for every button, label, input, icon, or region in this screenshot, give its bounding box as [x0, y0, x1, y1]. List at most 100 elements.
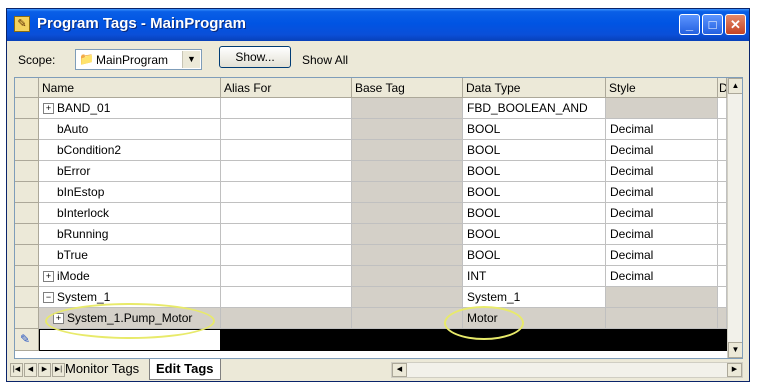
column-header-description[interactable]: D — [718, 78, 727, 98]
base-tag-cell[interactable] — [352, 161, 463, 182]
base-tag-cell[interactable] — [352, 266, 463, 287]
data-type-cell[interactable]: FBD_BOOLEAN_AND — [463, 98, 606, 119]
description-cell[interactable] — [718, 287, 727, 308]
base-tag-cell[interactable] — [352, 287, 463, 308]
row-selector[interactable] — [15, 287, 39, 308]
description-cell[interactable] — [718, 182, 727, 203]
alias-for-cell[interactable] — [221, 266, 352, 287]
alias-for-cell[interactable] — [221, 308, 352, 329]
data-type-cell[interactable]: BOOL — [463, 224, 606, 245]
collapse-minus-icon[interactable]: − — [43, 292, 54, 303]
tag-name-cell[interactable]: bError — [39, 161, 221, 182]
tags-grid[interactable]: Name Alias For Base Tag Data Type Style … — [14, 77, 743, 359]
base-tag-cell[interactable] — [352, 224, 463, 245]
tag-name-cell[interactable]: bRunning — [39, 224, 221, 245]
description-cell[interactable] — [718, 266, 727, 287]
base-tag-cell[interactable] — [352, 245, 463, 266]
title-bar[interactable]: ✎ Program Tags - MainProgram _ □ ✕ — [7, 9, 749, 41]
data-type-cell[interactable]: BOOL — [463, 182, 606, 203]
expand-plus-icon[interactable]: + — [43, 103, 54, 114]
description-cell[interactable] — [718, 203, 727, 224]
tab-monitor-tags[interactable]: Monitor Tags — [59, 359, 145, 379]
style-cell[interactable]: Decimal — [606, 140, 718, 161]
style-cell[interactable]: Decimal — [606, 161, 718, 182]
new-tag-name-input[interactable] — [39, 329, 221, 351]
style-cell[interactable]: Decimal — [606, 224, 718, 245]
row-selector[interactable] — [15, 266, 39, 287]
row-selector[interactable] — [15, 98, 39, 119]
data-type-cell[interactable]: BOOL — [463, 245, 606, 266]
style-cell[interactable]: Decimal — [606, 119, 718, 140]
alias-for-cell[interactable] — [221, 140, 352, 161]
new-tag-alias-cell[interactable] — [221, 329, 352, 351]
tag-name-cell[interactable]: bTrue — [39, 245, 221, 266]
alias-for-cell[interactable] — [221, 245, 352, 266]
row-selector[interactable] — [15, 161, 39, 182]
vertical-scrollbar[interactable]: ▲ ▼ — [727, 78, 742, 358]
scope-dropdown[interactable]: 📁 MainProgram ▼ — [75, 49, 202, 70]
description-cell[interactable] — [718, 119, 727, 140]
row-selector[interactable] — [15, 224, 39, 245]
base-tag-cell[interactable] — [352, 203, 463, 224]
row-selector[interactable] — [15, 182, 39, 203]
expand-plus-icon[interactable]: + — [43, 271, 54, 282]
alias-for-cell[interactable] — [221, 119, 352, 140]
new-tag-type-cell[interactable] — [463, 329, 606, 351]
row-selector[interactable] — [15, 119, 39, 140]
row-selector[interactable] — [15, 245, 39, 266]
tab-edit-tags[interactable]: Edit Tags — [149, 359, 221, 380]
style-cell[interactable] — [606, 98, 718, 119]
base-tag-cell[interactable] — [352, 98, 463, 119]
style-cell[interactable] — [606, 287, 718, 308]
tag-name-cell[interactable]: bCondition2 — [39, 140, 221, 161]
new-tag-description-cell[interactable] — [718, 329, 727, 351]
tag-name-cell[interactable]: + System_1.Pump_Motor — [39, 308, 221, 329]
row-selector[interactable] — [15, 308, 39, 329]
description-cell[interactable] — [718, 140, 727, 161]
style-cell[interactable] — [606, 308, 718, 329]
data-type-cell[interactable]: BOOL — [463, 161, 606, 182]
description-cell[interactable] — [718, 308, 727, 329]
style-cell[interactable]: Decimal — [606, 266, 718, 287]
column-header-name[interactable]: Name — [39, 78, 221, 98]
maximize-button[interactable]: □ — [702, 14, 723, 35]
scroll-up-arrow-icon[interactable]: ▲ — [728, 78, 742, 94]
tag-name-cell[interactable]: bInEstop — [39, 182, 221, 203]
alias-for-cell[interactable] — [221, 287, 352, 308]
data-type-cell[interactable]: BOOL — [463, 119, 606, 140]
style-cell[interactable]: Decimal — [606, 245, 718, 266]
minimize-button[interactable]: _ — [679, 14, 700, 35]
column-header-alias-for[interactable]: Alias For — [221, 78, 352, 98]
description-cell[interactable] — [718, 245, 727, 266]
description-cell[interactable] — [718, 161, 727, 182]
tag-name-cell[interactable]: bAuto — [39, 119, 221, 140]
alias-for-cell[interactable] — [221, 182, 352, 203]
hscroll-right-arrow-icon[interactable]: ▶ — [727, 363, 742, 377]
data-type-cell[interactable]: System_1 — [463, 287, 606, 308]
data-type-cell[interactable]: BOOL — [463, 140, 606, 161]
data-type-cell[interactable]: Motor — [463, 308, 606, 329]
hscroll-left-arrow-icon[interactable]: ◀ — [392, 363, 407, 377]
base-tag-cell[interactable] — [352, 308, 463, 329]
row-selector[interactable] — [15, 140, 39, 161]
base-tag-cell[interactable] — [352, 119, 463, 140]
column-header-style[interactable]: Style — [606, 78, 718, 98]
alias-for-cell[interactable] — [221, 224, 352, 245]
column-header-data-type[interactable]: Data Type — [463, 78, 606, 98]
tag-name-cell[interactable]: − System_1 — [39, 287, 221, 308]
tab-scroll-left-icon[interactable]: ◀ — [24, 363, 37, 377]
description-cell[interactable] — [718, 98, 727, 119]
alias-for-cell[interactable] — [221, 203, 352, 224]
column-header-base-tag[interactable]: Base Tag — [352, 78, 463, 98]
chevron-down-icon[interactable]: ▼ — [182, 51, 200, 68]
new-tag-style-cell[interactable] — [606, 329, 718, 351]
close-button[interactable]: ✕ — [725, 14, 746, 35]
data-type-cell[interactable]: INT — [463, 266, 606, 287]
tab-scroll-first-icon[interactable]: |◀ — [10, 363, 23, 377]
show-button[interactable]: Show... — [219, 46, 291, 68]
expand-plus-icon[interactable]: + — [53, 313, 64, 324]
tab-scroll-right-icon[interactable]: ▶ — [38, 363, 51, 377]
alias-for-cell[interactable] — [221, 98, 352, 119]
style-cell[interactable]: Decimal — [606, 182, 718, 203]
description-cell[interactable] — [718, 224, 727, 245]
